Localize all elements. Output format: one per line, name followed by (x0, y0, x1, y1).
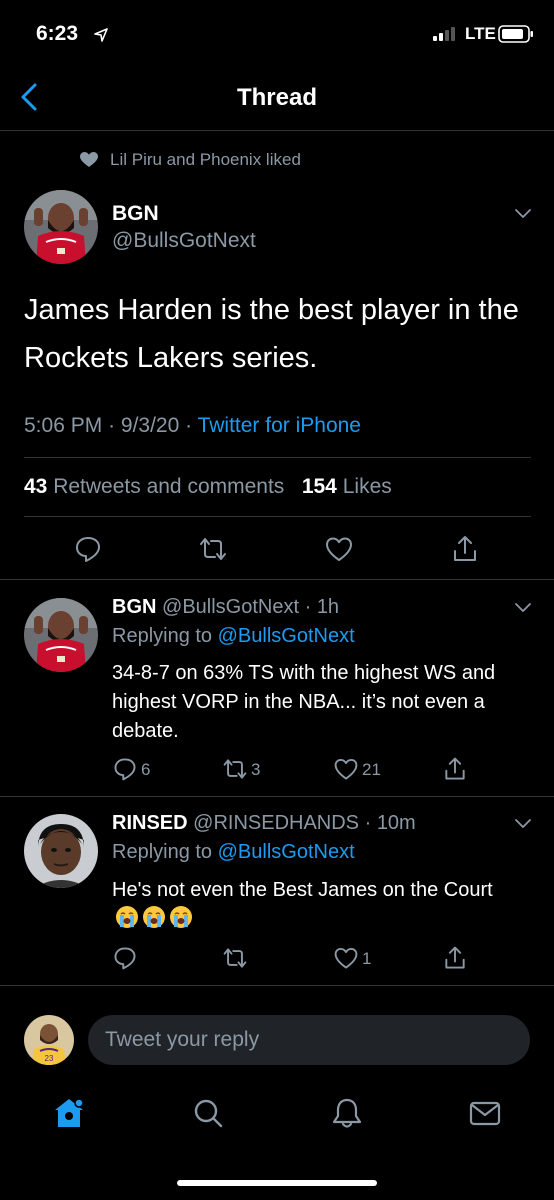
home-icon[interactable] (52, 1096, 86, 1130)
retweet-icon[interactable] (222, 756, 248, 782)
location-arrow-icon (94, 28, 108, 42)
author-handle[interactable]: @BullsGotNext (112, 229, 256, 253)
home-indicator[interactable] (177, 1180, 377, 1186)
replying-to: Replying to @BullsGotNext (112, 625, 355, 648)
reply-text: He's not even the Best James on the Cour… (112, 876, 522, 934)
reply-text-content: He's not even the Best James on the Cour… (112, 879, 493, 901)
social-context-text: Lil Piru and Phoenix liked (110, 150, 301, 169)
retweet-icon[interactable] (198, 534, 228, 564)
avatar[interactable] (24, 598, 98, 672)
reply-header: RINSED @RINSEDHANDS · 10m (112, 812, 416, 834)
heart-icon[interactable] (333, 945, 359, 971)
avatar-image: 23 (24, 1015, 74, 1065)
like-count: 1 (362, 949, 372, 968)
tweet-time: 5:06 PM (24, 414, 103, 437)
retweet-icon[interactable] (222, 945, 248, 971)
retweets-label[interactable]: Retweets and comments (53, 475, 284, 498)
likes-label[interactable]: Likes (343, 475, 392, 498)
replying-to-label: Replying to (112, 625, 213, 647)
divider (24, 457, 531, 458)
reply-text: 34-8-7 on 63% TS with the highest WS and… (112, 662, 496, 742)
envelope-icon[interactable] (468, 1096, 502, 1130)
heart-icon[interactable] (333, 756, 359, 782)
bell-icon[interactable] (330, 1096, 364, 1130)
tweet-meta: 5:06 PM · 9/3/20 · Twitter for iPhone (24, 414, 361, 437)
divider (24, 516, 531, 517)
reply-input[interactable]: Tweet your reply (88, 1015, 530, 1065)
reply-input-placeholder: Tweet your reply (105, 1028, 260, 1051)
battery-icon (498, 25, 533, 43)
tweet-date: 9/3/20 (120, 414, 180, 437)
page-title: Thread (236, 84, 317, 111)
chevron-down-icon[interactable] (514, 208, 532, 220)
author-name[interactable]: BGN (112, 596, 156, 618)
chevron-down-icon[interactable] (514, 602, 532, 614)
author-handle[interactable]: @RINSEDHANDS (193, 812, 359, 834)
social-context: Lil Piru and Phoenix liked (80, 148, 301, 172)
tweet-stats: 43 Retweets and comments 154 Likes (24, 475, 392, 499)
status-bar: 6:23 LTE (0, 0, 554, 64)
reply-time: 10m (376, 812, 416, 834)
chevron-down-icon[interactable] (514, 818, 532, 830)
tweet-text: James Harden is the best player in the R… (24, 294, 519, 374)
heart-filled-icon (80, 152, 98, 167)
replying-to-link[interactable]: @BullsGotNext (218, 625, 355, 647)
avatar-image (24, 190, 98, 264)
author-name[interactable]: BGN (112, 202, 159, 226)
retweets-count[interactable]: 43 (24, 475, 47, 498)
likes-count[interactable]: 154 (302, 475, 337, 498)
replying-to: Replying to @BullsGotNext (112, 841, 355, 864)
like-count: 21 (362, 760, 381, 779)
speech-bubble-icon[interactable] (112, 756, 138, 782)
share-icon[interactable] (442, 945, 468, 971)
nav-bar: Thread (0, 64, 554, 131)
share-icon[interactable] (450, 534, 480, 564)
avatar[interactable] (24, 190, 98, 264)
avatar[interactable]: 23 (24, 1015, 74, 1065)
tweet-source-link[interactable]: Twitter for iPhone (198, 414, 361, 437)
avatar-image (24, 598, 98, 672)
speech-bubble-icon[interactable] (73, 534, 103, 564)
network-type: LTE (465, 24, 496, 43)
reply-header: BGN @BullsGotNext · 1h (112, 596, 340, 618)
replying-to-link[interactable]: @BullsGotNext (218, 841, 355, 863)
divider (0, 985, 554, 986)
avatar[interactable] (24, 814, 98, 888)
author-name[interactable]: RINSED (112, 812, 188, 834)
cellular-signal-icon (433, 27, 455, 41)
author-handle[interactable]: @BullsGotNext (162, 596, 299, 618)
search-icon[interactable] (191, 1096, 225, 1130)
loudly-crying-face-icon (116, 906, 138, 928)
share-icon[interactable] (442, 756, 468, 782)
svg-text:23: 23 (45, 1054, 54, 1063)
loudly-crying-face-icon (143, 906, 165, 928)
replying-to-label: Replying to (112, 841, 213, 863)
reply-count: 6 (141, 760, 151, 779)
divider (0, 796, 554, 797)
retweet-count: 3 (251, 760, 261, 779)
avatar-image (24, 814, 98, 888)
status-time: 6:23 (36, 22, 79, 45)
heart-icon[interactable] (324, 534, 354, 564)
divider (0, 579, 554, 580)
reply-time: 1h (316, 596, 340, 618)
loudly-crying-face-icon (170, 906, 192, 928)
speech-bubble-icon[interactable] (112, 945, 138, 971)
